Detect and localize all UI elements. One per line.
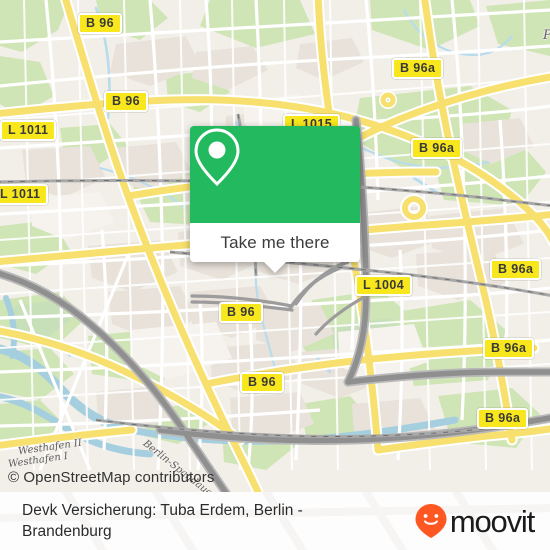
map-pin-icon: [194, 128, 240, 187]
popup-tail-pointer: [264, 262, 286, 273]
location-popup[interactable]: Take me there: [190, 126, 360, 273]
take-me-there-label: Take me there: [220, 232, 330, 252]
road-shield: L 1004: [355, 275, 413, 296]
road-shield: B 96a: [411, 138, 463, 159]
road-shield: B 96: [104, 91, 149, 112]
popup-footer[interactable]: Take me there: [190, 223, 360, 273]
road-shield: L 1011: [0, 120, 57, 141]
road-shield: B 96: [78, 13, 123, 34]
popup-header: [190, 126, 360, 223]
road-shield: B 96: [240, 372, 285, 393]
road-shield: B 96a: [490, 259, 542, 280]
road-shield: L 1011: [0, 184, 49, 205]
moovit-logo[interactable]: moovit: [414, 503, 535, 539]
road-shield: B 96a: [392, 58, 444, 79]
place-label: P: [543, 28, 550, 43]
moovit-pin-smiley-icon: [415, 504, 447, 538]
page-root: B 96 B 96a B 96 L 1015 L 1011 B 96a L 10…: [0, 0, 550, 550]
page-title: Devk Versicherung: Tuba Erdem, Berlin - …: [22, 502, 303, 540]
road-shield: B 96: [219, 302, 264, 323]
moovit-wordmark: moovit: [449, 503, 535, 539]
road-shield: B 96a: [483, 338, 535, 359]
osm-attribution[interactable]: © OpenStreetMap contributors: [8, 469, 214, 486]
footer-bar: Devk Versicherung: Tuba Erdem, Berlin - …: [0, 492, 550, 550]
road-shield: B 96a: [477, 408, 529, 429]
map-canvas[interactable]: B 96 B 96a B 96 L 1015 L 1011 B 96a L 10…: [0, 0, 550, 492]
